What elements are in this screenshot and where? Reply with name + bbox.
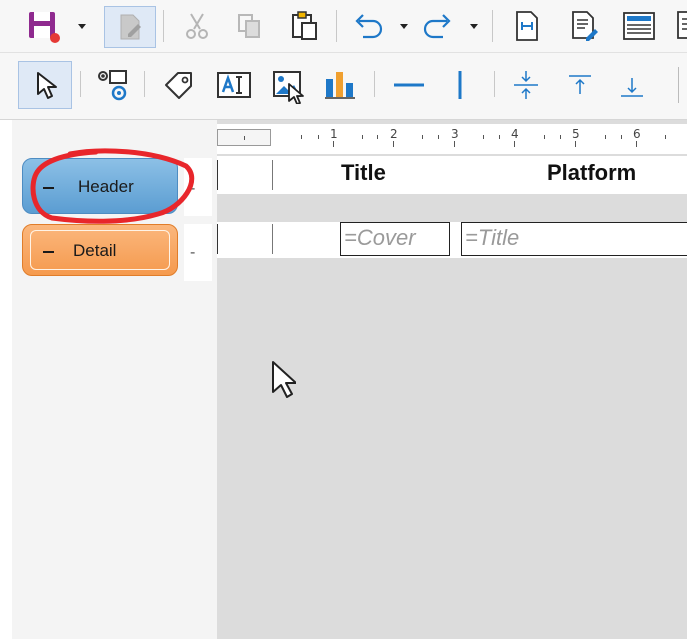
vertical-line-icon: [458, 71, 462, 99]
select-tool-button[interactable]: [18, 61, 72, 109]
edit-document-icon: [120, 14, 141, 40]
band-grid-line: [272, 160, 273, 190]
save-icon: [29, 12, 60, 43]
report-header-footer-icon: [516, 11, 538, 41]
separator: [144, 71, 145, 97]
detail-section-label: Detail: [73, 241, 117, 260]
pointer-icon: [37, 72, 57, 99]
ruler-number: 2: [390, 127, 398, 147]
text-box-icon: [217, 72, 251, 98]
horizontal-ruler: 1 2 3 4 5 6: [217, 124, 687, 154]
sorting-grouping-icon: [677, 11, 687, 39]
horizontal-line-icon: [394, 83, 424, 87]
ruler-number: 6: [633, 127, 641, 147]
align-bottom-icon: [621, 78, 643, 97]
page-header-footer-button[interactable]: [566, 8, 604, 44]
cut-button[interactable]: [178, 8, 216, 44]
redo-button[interactable]: [418, 8, 458, 44]
align-bottom-button[interactable]: [612, 65, 652, 105]
separator: [336, 10, 337, 42]
center-vertically-icon: [514, 71, 538, 99]
image-icon: [273, 71, 304, 104]
copy-icon: [238, 14, 260, 38]
undo-icon: [355, 14, 383, 39]
title-field[interactable]: =Title: [461, 222, 687, 256]
label-tag-icon: [165, 72, 192, 99]
ruler-origin-box: [217, 129, 271, 146]
separator: [492, 10, 493, 42]
redo-dropdown-arrow[interactable]: [470, 24, 478, 29]
header-section-band[interactable]: Title Platform: [217, 156, 687, 194]
center-vertically-button[interactable]: [506, 65, 546, 105]
edit-file-button[interactable]: [104, 6, 156, 48]
sorting-grouping-button[interactable]: [670, 8, 687, 44]
band-grid-line: [217, 224, 218, 254]
cut-icon: [186, 13, 208, 39]
paste-icon: [292, 11, 317, 40]
paste-button[interactable]: [284, 8, 324, 44]
platform-column-label[interactable]: Platform: [547, 160, 636, 186]
horizontal-line-button[interactable]: [388, 65, 430, 105]
toolbar-edge: [678, 67, 679, 103]
add-field-button[interactable]: [618, 8, 660, 44]
chart-button[interactable]: [320, 65, 360, 105]
report-controls-toolbar: [0, 53, 687, 120]
add-field-icon: [623, 12, 655, 40]
report-header-footer-button[interactable]: [508, 8, 546, 44]
page-header-icon: [572, 11, 598, 41]
label-button[interactable]: [158, 65, 200, 105]
save-dropdown-arrow[interactable]: [78, 24, 86, 29]
standard-toolbar: [0, 0, 687, 53]
cover-field[interactable]: =Cover: [340, 222, 450, 256]
copy-button[interactable]: [230, 8, 268, 44]
annotation-circle: [30, 148, 195, 224]
image-button[interactable]: [268, 65, 310, 107]
save-button[interactable]: [24, 8, 64, 44]
mouse-cursor-icon: [272, 361, 296, 398]
collapse-minus-icon: [43, 251, 54, 253]
detail-section-button[interactable]: Detail: [22, 224, 178, 276]
band-grid-line: [272, 224, 273, 254]
chart-icon: [325, 72, 355, 99]
redo-icon: [423, 14, 451, 39]
band-grid-line: [217, 160, 218, 190]
detail-section-band[interactable]: =Cover =Title: [217, 222, 687, 258]
ruler-number: 1: [330, 127, 338, 147]
ruler-number: 5: [572, 127, 580, 147]
undo-dropdown-arrow[interactable]: [400, 24, 408, 29]
form-control-icon: [98, 70, 127, 101]
undo-button[interactable]: [348, 8, 388, 44]
separator: [374, 71, 375, 97]
form-control-button[interactable]: [92, 65, 134, 105]
vertical-line-button[interactable]: [442, 65, 478, 105]
ruler-number: 3: [451, 127, 459, 147]
text-box-button[interactable]: [212, 65, 256, 105]
align-top-button[interactable]: [560, 65, 600, 105]
detail-collapse-cell[interactable]: -: [184, 224, 212, 281]
align-top-icon: [569, 75, 591, 94]
title-column-label[interactable]: Title: [341, 160, 386, 186]
detail-collapse-symbol: -: [190, 244, 196, 261]
separator: [494, 71, 495, 97]
separator: [80, 71, 81, 97]
separator: [163, 10, 164, 42]
ruler-number: 4: [511, 127, 519, 147]
